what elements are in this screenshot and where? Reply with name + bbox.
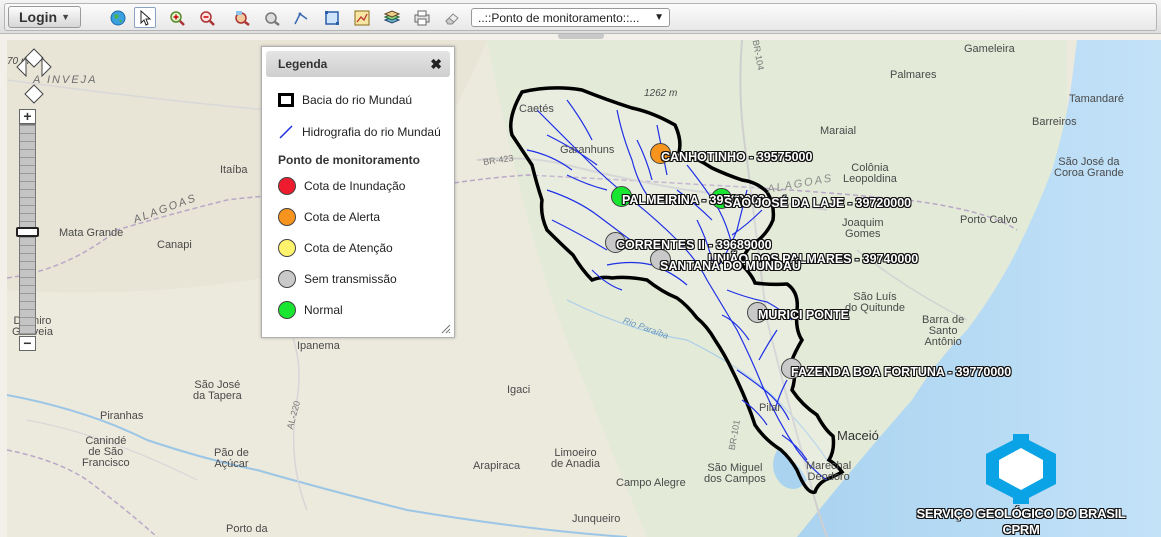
pan-icon[interactable] bbox=[261, 7, 283, 28]
legend-item-label: Bacia do rio Mundaú bbox=[302, 93, 413, 107]
place-label: Garanhuns bbox=[560, 144, 615, 156]
place-label: Porto Calvo bbox=[960, 214, 1018, 226]
legend-header[interactable]: Legenda ✖ bbox=[266, 51, 450, 77]
cprm-logo: SERVIÇO GEOLÓGICO DO BRASIL CPRM bbox=[910, 434, 1132, 537]
close-icon[interactable]: ✖ bbox=[430, 56, 442, 72]
legend-item-label: Hidrografia do rio Mundaú bbox=[302, 125, 441, 139]
legend-item-inundacao: Cota de Inundação bbox=[278, 177, 405, 195]
chevron-down-icon: ▼ bbox=[654, 12, 664, 23]
place-label: Junqueiro bbox=[572, 513, 621, 525]
river-line-icon bbox=[279, 125, 293, 139]
place-label: Ipanema bbox=[297, 340, 340, 352]
toolbar-splitter-handle[interactable] bbox=[558, 34, 604, 39]
yellow-circle-icon bbox=[278, 239, 296, 257]
map-layers-icon[interactable] bbox=[351, 7, 373, 28]
cprm-logo-line1: SERVIÇO GEOLÓGICO DO BRASIL bbox=[916, 506, 1126, 521]
basin-swatch-icon bbox=[278, 93, 294, 107]
place-label: Maceió bbox=[837, 428, 879, 443]
legend-item-sem-transmissao: Sem transmissão bbox=[278, 270, 397, 288]
measure-icon[interactable] bbox=[290, 7, 312, 28]
gray-circle-icon bbox=[278, 270, 296, 288]
layer-select[interactable]: ..::Ponto de monitoramento::... ▼ bbox=[471, 8, 670, 27]
pointer-icon[interactable] bbox=[134, 7, 156, 28]
stack-layers-icon[interactable] bbox=[381, 7, 403, 28]
place-label: Colônia Leopoldina bbox=[843, 162, 897, 185]
legend-item-label: Cota de Inundação bbox=[304, 179, 406, 193]
globe-icon[interactable] bbox=[107, 7, 129, 28]
zoom-slider-handle[interactable] bbox=[16, 227, 39, 237]
place-label: Palmares bbox=[890, 69, 937, 81]
green-circle-icon bbox=[278, 301, 296, 319]
pan-left-icon bbox=[16, 56, 27, 78]
cprm-logo-line2: CPRM bbox=[1002, 522, 1040, 537]
legend-panel: Legenda ✖ Bacia do rio Mundaú Hidrografi… bbox=[261, 46, 455, 338]
legend-item-label: Cota de Alerta bbox=[304, 210, 381, 224]
place-label: Gameleira bbox=[964, 43, 1015, 55]
place-label: Tamandaré bbox=[1069, 93, 1125, 105]
place-label: Barra de Santo Antônio bbox=[922, 314, 965, 348]
zoom-in-icon[interactable] bbox=[166, 7, 188, 28]
place-label: Pilar bbox=[759, 402, 782, 414]
legend-item-hydrography: Hidrografia do rio Mundaú bbox=[278, 124, 441, 140]
place-label: Joaquim Gomes bbox=[842, 217, 884, 240]
layer-select-value: ..::Ponto de monitoramento::... bbox=[478, 10, 640, 25]
place-label: Itaíba bbox=[220, 164, 248, 176]
pan-up-icon bbox=[24, 48, 44, 68]
legend-item-label: Sem transmissão bbox=[304, 272, 397, 286]
cprm-logo-icon bbox=[986, 434, 1056, 504]
place-label: Mata Grande bbox=[59, 227, 124, 239]
legend-item-label: Normal bbox=[304, 303, 343, 317]
map-canvas[interactable]: A INVEJA ALAGOAS ALAGOAS 70 m Caetés Gar… bbox=[7, 40, 1161, 537]
place-label: Maraial bbox=[820, 125, 857, 137]
zoom-in-button[interactable]: + bbox=[19, 109, 36, 124]
place-label: Caetés bbox=[519, 103, 554, 115]
place-label: Barreiros bbox=[1032, 116, 1077, 128]
place-label: São Miguel dos Campos bbox=[704, 462, 766, 485]
legend-item-basin: Bacia do rio Mundaú bbox=[278, 93, 412, 107]
legend-item-atencao: Cota de Atenção bbox=[278, 239, 393, 257]
zoom-out-icon[interactable] bbox=[196, 7, 218, 28]
place-label: Limoeiro de Anadia bbox=[551, 447, 600, 470]
print-icon[interactable] bbox=[411, 7, 433, 28]
pan-right-icon bbox=[41, 56, 52, 78]
place-label: Campo Alegre bbox=[616, 477, 686, 489]
legend-title: Legenda bbox=[278, 57, 328, 71]
station-label: SÃO JOSÉ DA LAJE - 39720000 bbox=[724, 196, 912, 210]
elevation-label: 1262 m bbox=[644, 88, 678, 99]
zoom-out-button[interactable]: − bbox=[19, 336, 36, 351]
station-label: SANTANA DO MUNDAÚ bbox=[660, 259, 801, 273]
legend-section-title: Ponto de monitoramento bbox=[278, 153, 420, 167]
station-label: FAZENDA BOA FORTUNA - 39770000 bbox=[791, 365, 1012, 379]
resize-grip-icon[interactable] bbox=[441, 324, 451, 334]
chevron-down-icon: ▼ bbox=[61, 12, 71, 22]
place-label: São José da Tapera bbox=[193, 379, 242, 402]
select-area-icon[interactable] bbox=[321, 7, 343, 28]
place-label: São José da Coroa Grande bbox=[1054, 156, 1124, 179]
station-label: MURICI PONTE bbox=[758, 308, 849, 322]
orange-circle-icon bbox=[278, 208, 296, 226]
login-button[interactable]: Login ▼ bbox=[8, 6, 81, 28]
place-label: Canindé de São Francisco bbox=[82, 435, 130, 469]
pan-control[interactable] bbox=[16, 47, 54, 105]
place-label: Arapiraca bbox=[473, 460, 521, 472]
red-circle-icon bbox=[278, 177, 296, 195]
login-label: Login bbox=[18, 9, 58, 25]
place-label: Igaci bbox=[507, 384, 531, 396]
legend-item-alerta: Cota de Alerta bbox=[278, 208, 380, 226]
place-label: Porto da bbox=[226, 523, 268, 535]
legend-item-label: Cota de Atenção bbox=[304, 241, 393, 255]
station-label: CANHOTINHO - 39575000 bbox=[661, 150, 813, 164]
eraser-icon[interactable] bbox=[441, 7, 463, 28]
place-label: Piranhas bbox=[100, 410, 144, 422]
legend-item-normal: Normal bbox=[278, 301, 343, 319]
place-label: Pão de Açúcar bbox=[214, 447, 249, 470]
pan-down-icon bbox=[24, 84, 44, 104]
place-label: São Luís do Quitunde bbox=[845, 291, 905, 314]
top-toolbar: Login ▼ ..::Ponto de monitoramento::... … bbox=[0, 0, 1161, 34]
place-label: Canapi bbox=[157, 239, 192, 251]
place-label: Marechal Deodoro bbox=[806, 460, 852, 483]
zoom-extent-icon[interactable] bbox=[231, 7, 253, 28]
station-label: CORRENTES II - 39689000 bbox=[616, 238, 772, 252]
